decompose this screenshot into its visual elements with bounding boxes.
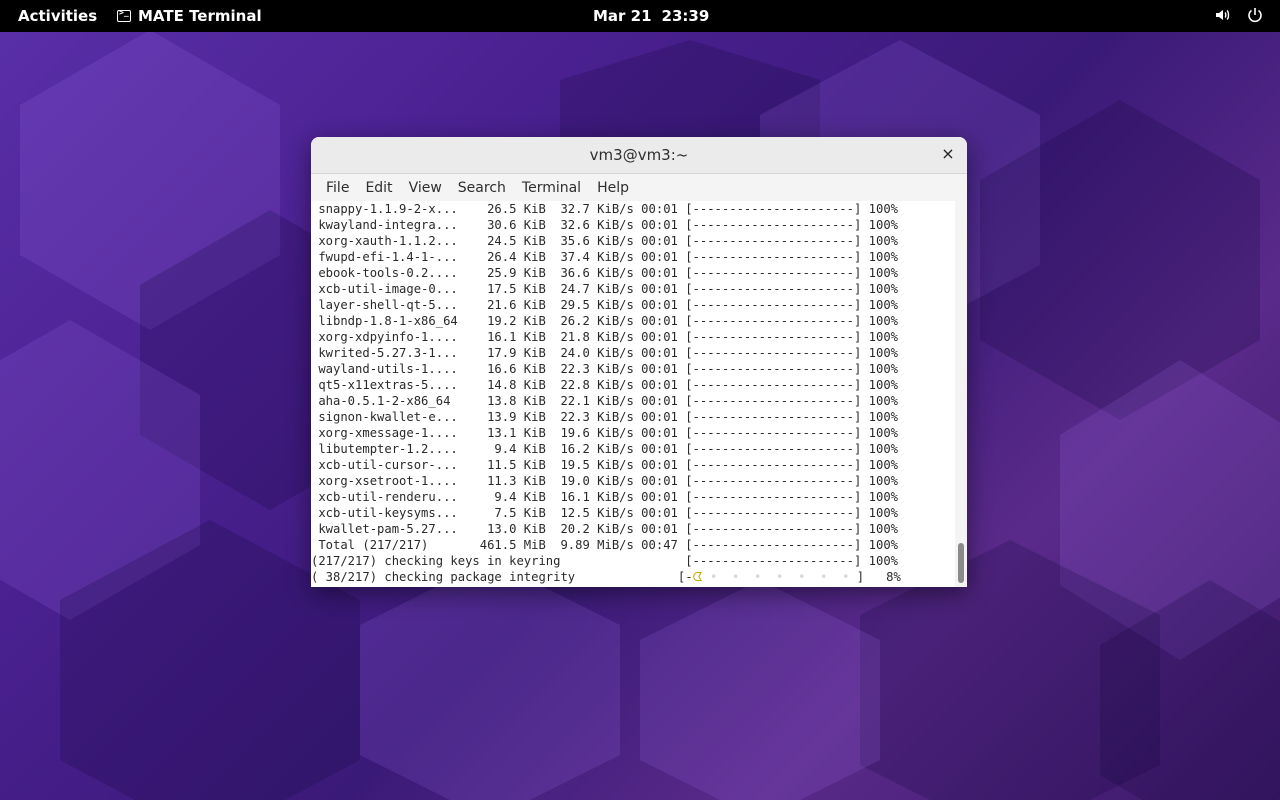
scrollbar-thumb[interactable] [958,543,964,583]
integrity-suffix: ] 8% [856,570,901,584]
terminal-line: qt5-x11extras-5.... 14.8 KiB 22.8 KiB/s … [311,378,898,392]
terminal-line: layer-shell-qt-5... 21.6 KiB 29.5 KiB/s … [311,298,898,312]
top-bar: Activities MATE Terminal Mar 21 23:39 [0,0,1280,32]
volume-icon[interactable] [1214,6,1232,24]
clock-date: Mar 21 [593,7,652,25]
terminal-line: xcb-util-cursor-... 11.5 KiB 19.5 KiB/s … [311,458,898,472]
close-icon[interactable]: × [939,145,957,163]
terminal-line: ebook-tools-0.2.... 25.9 KiB 36.6 KiB/s … [311,266,898,280]
terminal-window[interactable]: vm3@vm3:~ × File Edit View Search Termin… [311,137,967,587]
activities-button[interactable]: Activities [18,7,97,25]
menu-help[interactable]: Help [589,180,637,196]
terminal-line-integrity: ( 38/217) checking package integrity [-ᗧ… [311,569,955,585]
integrity-prefix: ( 38/217) checking package integrity [- [311,570,693,584]
menu-bar: File Edit View Search Terminal Help [311,174,967,201]
terminal-line: snappy-1.1.9-2-x... 26.5 KiB 32.7 KiB/s … [311,202,898,216]
terminal-line: (217/217) checking keys in keyring [----… [311,554,898,568]
terminal-line: xorg-xmessage-1.... 13.1 KiB 19.6 KiB/s … [311,426,898,440]
terminal-line: kwayland-integra... 30.6 KiB 32.6 KiB/s … [311,218,898,232]
menu-terminal[interactable]: Terminal [514,180,589,196]
terminal-scrollbar[interactable] [955,201,967,587]
terminal-line: kwrited-5.27.3-1... 17.9 KiB 24.0 KiB/s … [311,346,898,360]
terminal-line: kwallet-pam-5.27... 13.0 KiB 20.2 KiB/s … [311,522,898,536]
clock-time: 23:39 [661,7,710,25]
terminal-line: xcb-util-keysyms... 7.5 KiB 12.5 KiB/s 0… [311,506,898,520]
clock[interactable]: Mar 21 23:39 [593,7,709,25]
system-tray[interactable] [1214,6,1264,24]
terminal-line: xorg-xsetroot-1.... 11.3 KiB 19.0 KiB/s … [311,474,898,488]
pacman-icon: ᗧ [692,570,703,584]
terminal-line: xcb-util-renderu... 9.4 KiB 16.1 KiB/s 0… [311,490,898,504]
terminal-line: Total (217/217) 461.5 MiB 9.89 MiB/s 00:… [311,538,898,552]
window-titlebar[interactable]: vm3@vm3:~ × [311,137,967,174]
terminal-line: wayland-utils-1.... 16.6 KiB 22.3 KiB/s … [311,362,898,376]
terminal-output[interactable]: snappy-1.1.9-2-x... 26.5 KiB 32.7 KiB/s … [311,201,955,587]
app-menu[interactable]: MATE Terminal [117,7,262,25]
terminal-line: aha-0.5.1-2-x86_64 13.8 KiB 22.1 KiB/s 0… [311,394,898,408]
progress-dots: • • • • • • • [702,570,857,584]
menu-file[interactable]: File [318,180,357,196]
power-icon[interactable] [1246,6,1264,24]
terminal-line: xorg-xdpyinfo-1.... 16.1 KiB 21.8 KiB/s … [311,330,898,344]
terminal-line: signon-kwallet-e... 13.9 KiB 22.3 KiB/s … [311,410,898,424]
terminal-line: fwupd-efi-1.4-1-... 26.4 KiB 37.4 KiB/s … [311,250,898,264]
window-title: vm3@vm3:~ [589,146,689,164]
menu-view[interactable]: View [401,180,450,196]
terminal-line: xcb-util-image-0... 17.5 KiB 24.7 KiB/s … [311,282,898,296]
terminal-icon [117,8,131,22]
terminal-line: libutempter-1.2.... 9.4 KiB 16.2 KiB/s 0… [311,442,898,456]
app-menu-label: MATE Terminal [138,7,262,25]
menu-search[interactable]: Search [450,180,514,196]
terminal-line: xorg-xauth-1.1.2... 24.5 KiB 35.6 KiB/s … [311,234,898,248]
terminal-line: libndp-1.8-1-x86_64 19.2 KiB 26.2 KiB/s … [311,314,898,328]
menu-edit[interactable]: Edit [357,180,400,196]
